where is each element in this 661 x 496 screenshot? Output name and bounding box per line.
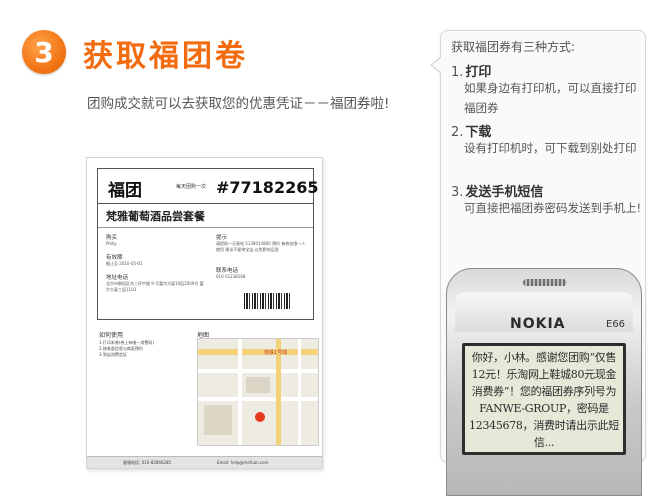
- barcode-icon: [244, 293, 292, 309]
- map-road-label: 地铁1号线: [264, 349, 287, 356]
- voucher-code: #77182265: [216, 178, 319, 197]
- step-title: 获取福团卷: [83, 39, 248, 74]
- voucher-address-label: 地址电话: [106, 275, 129, 281]
- step-number-badge: 3: [22, 30, 66, 74]
- voucher-main-box: 福团 每天团购一次 #77182265 梵雅葡萄酒品尝套餐 购买 Philly …: [97, 168, 318, 320]
- voucher-footer: 客服电话: 010-82866285 Email: help@mefuan.co…: [87, 456, 322, 468]
- voucher-contact-value: 010-51238168: [216, 274, 246, 279]
- phone-brand: NOKIA: [510, 316, 566, 332]
- map-pin-icon: [255, 412, 265, 422]
- method-number: 3.: [451, 185, 464, 200]
- method-desc-print: 如果身边有打印机，可以直接打印福团券: [464, 81, 637, 115]
- bubble-tail: [432, 57, 442, 73]
- voucher-address-value: 北京市朝阳区东三环中路 9 号富尔大厦10层2009号 富尔大厦三层1103: [106, 281, 204, 292]
- voucher-tips-value: 请提前一天致电 5138014800 预约 每券仅限一人使用 建议不要带宝宝,以…: [216, 241, 306, 252]
- voucher-validity-label: 有效期: [106, 255, 123, 261]
- voucher-buyer-label: 购买: [106, 235, 118, 241]
- map-road: [298, 339, 301, 445]
- voucher-divider: [98, 227, 313, 228]
- voucher-validity-value: 截止至 2010-05-01: [106, 261, 143, 266]
- voucher-howto-steps: 1.打印本券(券上有唯一消费码) 2.按券面信息与商家预约 3.到店消费验证: [99, 340, 154, 358]
- voucher-contact-label: 联系电话: [216, 268, 239, 274]
- voucher-service-phone: 客服电话: 010-82866285: [123, 460, 172, 465]
- phone-sms-text: 你好，小林。感谢您团购“仅售12元！乐淘网上鞋城80元现金消费券”！您的福团券序…: [469, 351, 619, 449]
- phone-model: E66: [606, 319, 626, 330]
- map-drawing: 地铁1号线: [198, 339, 318, 445]
- voucher-howto-step: 3.到店消费验证: [99, 352, 127, 357]
- voucher-tips-label: 提示: [216, 235, 228, 241]
- phone-speaker: [523, 279, 567, 286]
- voucher-email: Email: help@mefuan.com: [217, 460, 269, 465]
- voucher-buyer-value: Philly: [106, 241, 117, 246]
- map-road: [238, 339, 242, 445]
- voucher-tagline: 每天团购一次: [176, 184, 207, 190]
- voucher-map: 地铁1号线: [197, 338, 319, 446]
- voucher-image: 福团 每天团购一次 #77182265 梵雅葡萄酒品尝套餐 购买 Philly …: [86, 157, 323, 469]
- method-desc-sms: 可直接把福团券密码发送到手机上!: [464, 201, 642, 215]
- method-number: 2.: [451, 125, 464, 140]
- map-block: [204, 405, 232, 435]
- methods-intro: 获取福团券有三种方式:: [451, 40, 576, 54]
- voucher-product: 梵雅葡萄酒品尝套餐: [106, 210, 205, 223]
- voucher-howto-label: 如何使用: [99, 332, 124, 339]
- voucher-brand: 福团: [108, 181, 142, 201]
- step-description: 团购成交就可以去获取您的优惠凭证－－福团券啦!: [87, 96, 390, 112]
- voucher-divider: [98, 203, 313, 204]
- map-block: [246, 377, 270, 393]
- method-desc-download: 设有打印机时，可下载到别处打印: [464, 141, 637, 155]
- method-number: 1.: [451, 65, 464, 80]
